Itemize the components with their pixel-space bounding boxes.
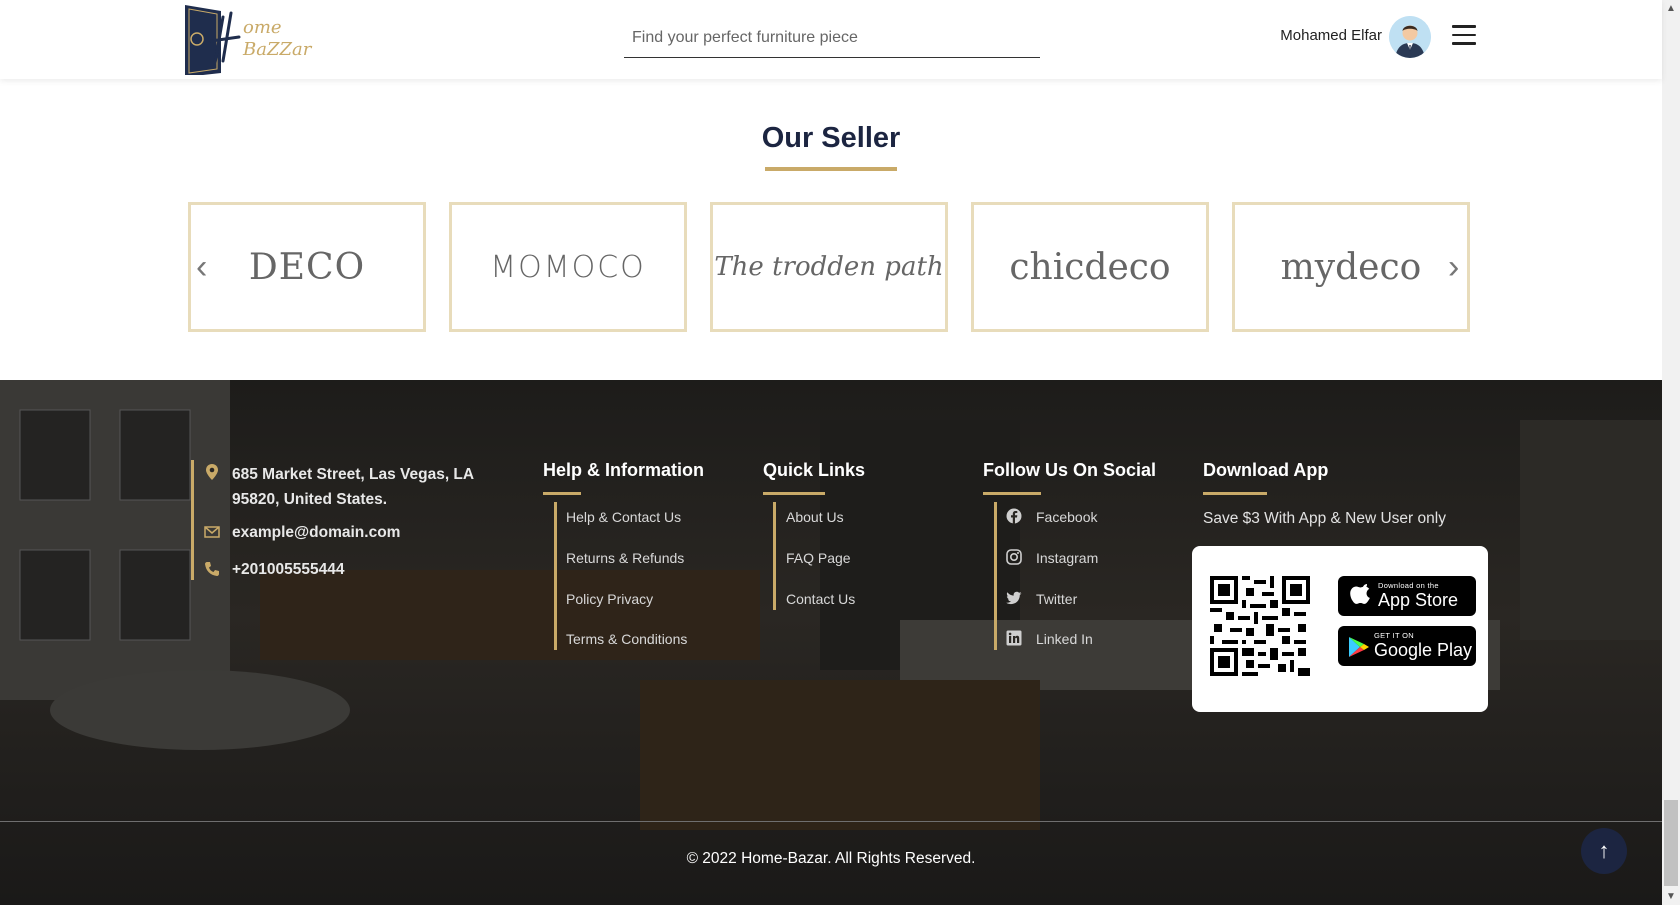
phone-icon — [205, 562, 219, 576]
app-store-label: App Store — [1378, 590, 1459, 610]
seller-card-chicdeco[interactable]: chicdeco — [971, 202, 1209, 332]
link-about-us[interactable]: About Us — [786, 509, 844, 525]
seller-brand: MOMOCO — [490, 249, 646, 285]
facebook-icon[interactable] — [1006, 508, 1022, 524]
scrollbar-thumb[interactable] — [1664, 800, 1678, 886]
help-gold-line — [554, 502, 557, 650]
gold-underline — [543, 492, 581, 495]
seller-brand: chicdeco — [1009, 246, 1171, 288]
carousel-next-arrow-icon[interactable]: › — [1448, 250, 1459, 284]
instagram-icon[interactable] — [1006, 549, 1022, 565]
quick-gold-line — [773, 502, 776, 610]
social-gold-line — [994, 502, 997, 650]
home-bazaar-logo[interactable]: ome BaZZar — [183, 3, 325, 77]
section-title-our-seller: Our Seller — [761, 122, 901, 154]
seller-card-momoco[interactable]: MOMOCO — [449, 202, 687, 332]
google-play-caption: GET IT ON — [1374, 631, 1414, 640]
google-play-icon — [1349, 637, 1369, 657]
seller-card-trodden-path[interactable]: The trodden path — [710, 202, 948, 332]
search-input[interactable] — [624, 18, 1040, 57]
linkedin-icon[interactable] — [1006, 630, 1022, 646]
app-store-caption: Download on the — [1378, 581, 1439, 590]
location-pin-icon — [206, 464, 218, 480]
qr-code-icon — [1210, 576, 1310, 676]
carousel-prev-arrow-icon[interactable]: ‹ — [196, 250, 207, 284]
link-help-contact[interactable]: Help & Contact Us — [566, 509, 681, 525]
site-footer: 685 Market Street, Las Vegas, LA 95820, … — [0, 380, 1662, 905]
footer-email[interactable]: example@domain.com — [232, 520, 400, 545]
link-terms-conditions[interactable]: Terms & Conditions — [566, 631, 687, 647]
hamburger-menu-icon[interactable] — [1452, 25, 1476, 47]
seller-brand: The trodden path — [714, 252, 944, 282]
search-field[interactable] — [624, 18, 1040, 58]
help-information-title: Help & Information — [543, 460, 704, 480]
quick-links-title: Quick Links — [763, 460, 866, 480]
link-linkedin[interactable]: Linked In — [1036, 631, 1093, 647]
link-returns-refunds[interactable]: Returns & Refunds — [566, 550, 684, 566]
site-header: ome BaZZar Mohamed Elfar — [0, 0, 1662, 79]
svg-text:BaZZar: BaZZar — [242, 39, 313, 60]
follow-social-title: Follow Us On Social — [983, 460, 1157, 480]
google-play-label: Google Play — [1374, 640, 1473, 660]
back-to-top-arrow-icon[interactable]: ↑ — [1581, 828, 1627, 874]
download-app-title: Download App — [1203, 460, 1329, 480]
footer-address: 685 Market Street, Las Vegas, LA 95820, … — [232, 466, 474, 508]
email-icon — [204, 526, 220, 538]
footer-phone[interactable]: +201005555444 — [232, 557, 345, 582]
app-store-button[interactable]: Download on the App Store — [1338, 576, 1476, 616]
link-twitter[interactable]: Twitter — [1036, 591, 1077, 607]
user-name[interactable]: Mohamed Elfar — [1240, 27, 1382, 44]
scroll-up-arrow-icon[interactable]: ▲ — [1662, 0, 1680, 17]
seller-card-mydeco[interactable]: mydeco — [1232, 202, 1470, 332]
seller-brand: DECO — [248, 246, 366, 288]
twitter-icon[interactable] — [1006, 590, 1022, 606]
seller-brand: mydeco — [1280, 246, 1422, 288]
gold-underline — [763, 492, 825, 495]
title-underline — [765, 167, 897, 171]
link-instagram[interactable]: Instagram — [1036, 550, 1098, 566]
google-play-button[interactable]: GET IT ON Google Play — [1338, 626, 1476, 666]
avatar[interactable] — [1389, 16, 1431, 58]
page-scrollbar[interactable]: ▲ ▼ — [1662, 0, 1680, 905]
gold-underline — [1203, 492, 1267, 495]
link-faq-page[interactable]: FAQ Page — [786, 550, 851, 566]
seller-carousel: DECO MOMOCO The trodden path chicdeco my… — [188, 202, 1478, 334]
footer-divider — [0, 821, 1662, 822]
app-download-box: Download on the App Store GET IT ON Goog… — [1192, 546, 1488, 712]
app-promo-text: Save $3 With App & New User only — [1203, 510, 1446, 527]
gold-underline — [983, 492, 1041, 495]
seller-card-deco[interactable]: DECO — [188, 202, 426, 332]
apple-icon — [1350, 584, 1370, 604]
contact-gold-line — [191, 460, 194, 580]
link-facebook[interactable]: Facebook — [1036, 509, 1097, 525]
link-contact-us[interactable]: Contact Us — [786, 591, 855, 607]
link-policy-privacy[interactable]: Policy Privacy — [566, 591, 653, 607]
svg-text:ome: ome — [243, 17, 282, 38]
copyright-text: © 2022 Home-Bazar. All Rights Reserved. — [686, 850, 976, 867]
scroll-down-arrow-icon[interactable]: ▼ — [1662, 888, 1680, 905]
